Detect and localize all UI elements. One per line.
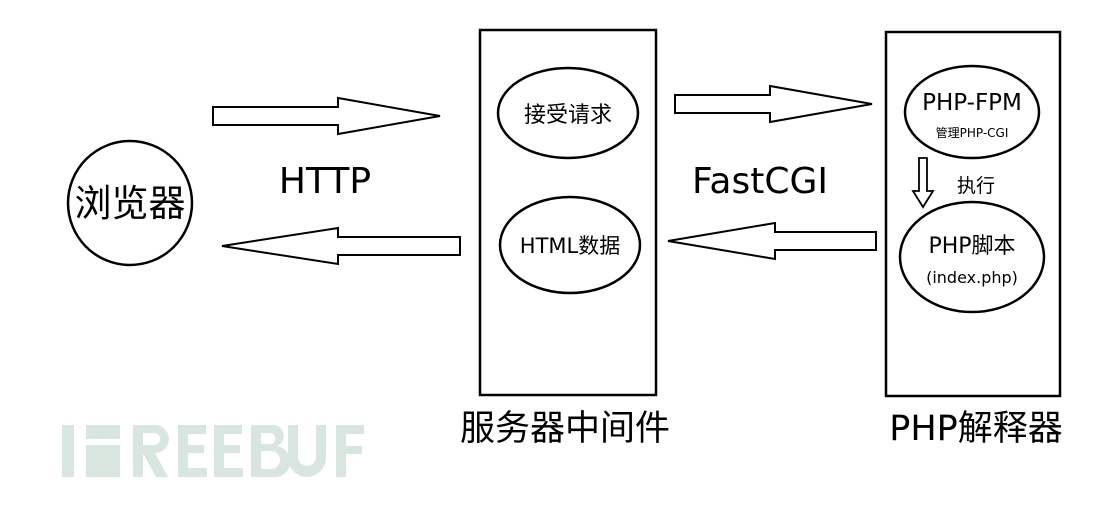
fastcgi-response-arrow xyxy=(667,221,877,261)
php-fpm-sublabel: 管理PHP-CGI xyxy=(936,125,1009,140)
server-middleware-box: 接受请求 HTML数据 xyxy=(478,28,658,397)
php-script-label: PHP脚本 xyxy=(928,234,1015,259)
browser-label: 浏览器 xyxy=(75,182,186,225)
php-title: PHP解释器 xyxy=(889,409,1063,449)
http-label: HTTP xyxy=(279,161,371,202)
server-title: 服务器中间件 xyxy=(460,409,670,449)
freebuf-watermark-logo xyxy=(62,424,364,478)
execute-label: 执行 xyxy=(957,175,995,197)
architecture-diagram: 浏览器 HTTP 接受请求 HTML数据 服务器中间件 FastCGI PHP-… xyxy=(62,28,1063,478)
php-script-sublabel: (index.php) xyxy=(926,268,1018,287)
fastcgi-label: FastCGI xyxy=(692,161,828,202)
accept-request-label: 接受请求 xyxy=(524,103,612,128)
browser-node: 浏览器 xyxy=(66,139,194,267)
php-interpreter-box: PHP-FPM 管理PHP-CGI 执行 PHP脚本 (index.php) xyxy=(884,30,1062,398)
fastcgi-request-arrow xyxy=(674,84,873,124)
http-request-arrow xyxy=(212,96,441,136)
html-data-label: HTML数据 xyxy=(520,234,620,258)
http-response-arrow xyxy=(221,226,461,266)
php-fpm-label: PHP-FPM xyxy=(922,90,1022,116)
